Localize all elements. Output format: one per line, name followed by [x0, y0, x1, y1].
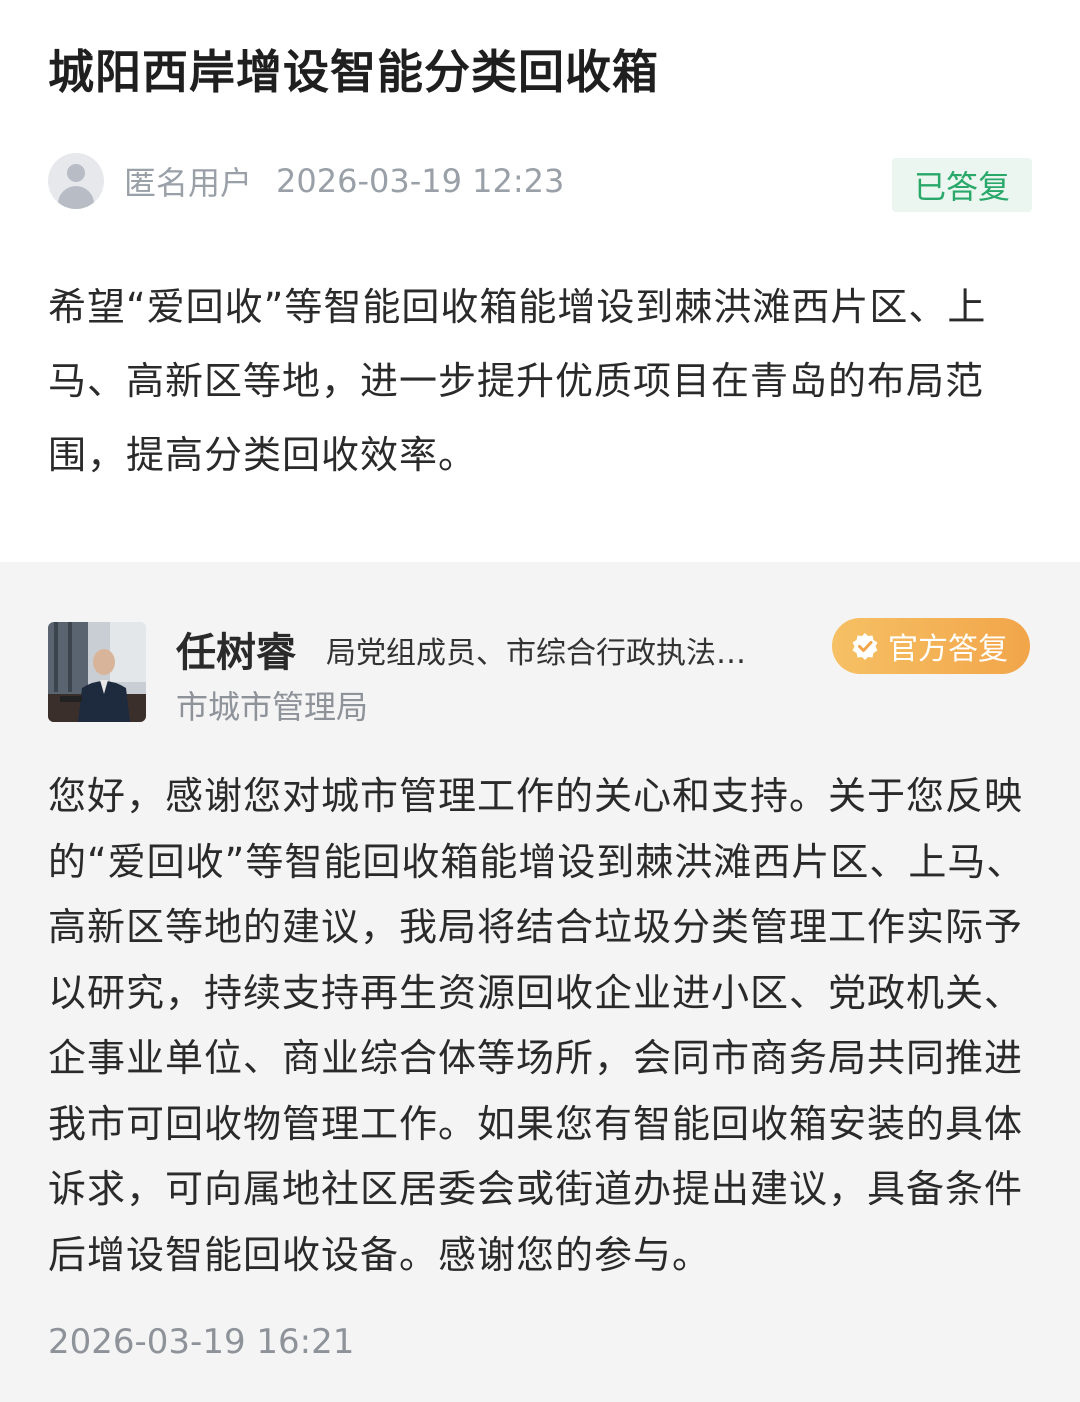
officer-avatar[interactable] [48, 622, 146, 722]
officer-position: 局党组成员、市综合行政执法… [326, 636, 746, 671]
official-reply-card: 任树睿 局党组成员、市综合行政执法… 官方答复 市城市管理局 您好，感谢您对城市… [0, 562, 1080, 1402]
officer-name[interactable]: 任树睿 [176, 620, 296, 678]
post-meta: 匿名用户 2026-03-19 12:23 [48, 153, 564, 209]
verified-check-icon [850, 631, 880, 661]
status-badge: 已答复 [891, 158, 1032, 212]
page-title: 城阳西岸增设智能分类回收箱 [48, 45, 659, 99]
post-time: 2026-03-19 12:23 [276, 162, 565, 200]
question-card: 城阳西岸增设智能分类回收箱 匿名用户 2026-03-19 12:23 已答复 … [0, 0, 1080, 562]
official-badge-label: 官方答复 [888, 632, 1008, 667]
official-reply-badge: 官方答复 [832, 618, 1030, 674]
question-content: 希望“爱回收”等智能回收箱能增设到棘洪滩西片区、上马、高新区等地，进一步提升优质… [48, 285, 987, 477]
reply-time: 2026-03-19 16:21 [48, 1322, 355, 1362]
reply-content: 您好，感谢您对城市管理工作的关心和支持。关于您反映的“爱回收”等智能回收箱能增设… [48, 774, 1026, 1277]
officer-department: 市城市管理局 [176, 688, 369, 726]
post-author[interactable]: 匿名用户 [124, 158, 252, 204]
anonymous-avatar-icon[interactable] [48, 153, 104, 209]
